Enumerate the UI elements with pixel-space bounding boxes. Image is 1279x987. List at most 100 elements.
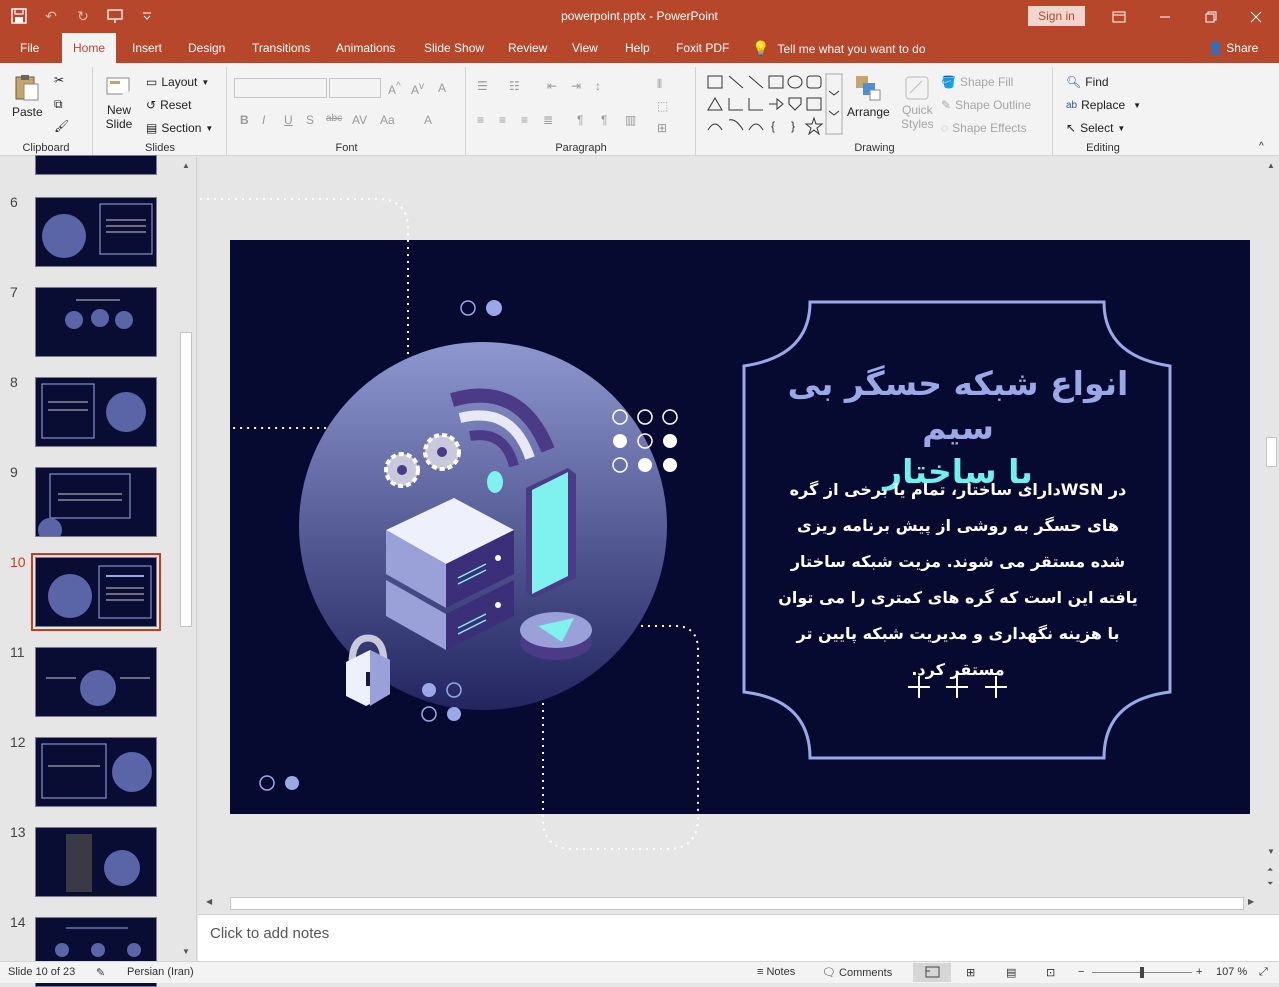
present-icon[interactable]	[104, 6, 126, 26]
zoom-out-icon[interactable]: −	[1078, 966, 1084, 978]
tell-me-box[interactable]: 💡 Tell me what you want to do	[752, 33, 926, 63]
tab-file[interactable]: File	[12, 33, 47, 63]
shadow-icon[interactable]: S	[306, 113, 314, 127]
scroll-right-icon[interactable]: ▶	[1248, 897, 1254, 906]
notes-pane[interactable]: Click to add notes	[198, 914, 1279, 961]
current-slide[interactable]: انواع شبکه حسگر بی سیم با ساختار در WSNد…	[230, 240, 1250, 814]
increase-font-icon[interactable]: A^	[388, 81, 401, 97]
slide-thumbnail[interactable]	[35, 737, 157, 807]
shape-outline-button[interactable]: ✎ Shape Outline	[941, 98, 1031, 112]
scroll-down-icon[interactable]: ▼	[1267, 847, 1275, 856]
undo-icon[interactable]: ↶	[40, 6, 62, 26]
align-center-icon[interactable]: ≡	[499, 113, 506, 127]
reset-button[interactable]: ↺ Reset	[146, 98, 191, 112]
cut-icon[interactable]: ✂	[54, 73, 64, 87]
tab-help[interactable]: Help	[617, 33, 658, 63]
tab-review[interactable]: Review	[500, 33, 555, 63]
slide-thumbnail[interactable]	[35, 647, 157, 717]
scroll-up-icon[interactable]: ▲	[1267, 161, 1275, 170]
shape-fill-button[interactable]: 🪣 Shape Fill	[941, 75, 1013, 89]
previous-slide-icon[interactable]: ⏶	[1267, 865, 1273, 875]
tab-foxit-pdf[interactable]: Foxit PDF	[668, 33, 737, 63]
tab-transitions[interactable]: Transitions	[244, 33, 318, 63]
font-size-dropdown[interactable]	[329, 78, 381, 98]
slide-thumbnail[interactable]	[35, 377, 157, 447]
fit-to-window-icon[interactable]: ⤢	[1259, 966, 1268, 979]
zoom-in-icon[interactable]: +	[1196, 966, 1202, 978]
scrollbar-thumb[interactable]	[1266, 437, 1277, 467]
slide-horizontal-scrollbar[interactable]: ◀ ▶	[198, 895, 1264, 913]
slideshow-view-icon[interactable]: ⊡	[1046, 966, 1055, 979]
bold-icon[interactable]: B	[240, 113, 249, 127]
italic-icon[interactable]: I	[262, 113, 265, 127]
decrease-indent-icon[interactable]: ⇤	[547, 79, 557, 93]
char-spacing-icon[interactable]: AV	[352, 113, 367, 127]
font-name-dropdown[interactable]	[234, 78, 327, 98]
font-color-icon[interactable]: A	[424, 113, 432, 127]
zoom-slider-thumb[interactable]	[1140, 967, 1144, 978]
tab-view[interactable]: View	[564, 33, 606, 63]
underline-icon[interactable]: U	[284, 113, 293, 127]
minimize-icon[interactable]	[1142, 0, 1188, 33]
next-slide-icon[interactable]: ⏷	[1267, 879, 1273, 889]
slide-thumbnail[interactable]	[35, 467, 157, 537]
scroll-up-icon[interactable]: ▲	[182, 161, 190, 170]
redo-icon[interactable]: ↻	[72, 6, 94, 26]
tab-slide-show[interactable]: Slide Show	[416, 33, 492, 63]
tab-design[interactable]: Design	[180, 33, 233, 63]
scroll-down-icon[interactable]: ▼	[182, 947, 190, 956]
format-painter-icon[interactable]: 🖌	[54, 119, 69, 133]
scrollbar-thumb[interactable]	[180, 332, 192, 627]
tab-home[interactable]: Home	[62, 33, 117, 64]
spelling-icon[interactable]: ✎	[96, 966, 105, 979]
section-button[interactable]: ▤ Section ▼	[146, 121, 213, 135]
tab-animations[interactable]: Animations	[328, 33, 403, 63]
shapes-gallery[interactable]: {}	[705, 73, 843, 135]
layout-button[interactable]: ▭ Layout ▼	[146, 75, 209, 89]
slide-body-text[interactable]: در WSNدارای ساختار، تمام یا برخی از گره …	[778, 472, 1138, 688]
slide-sorter-icon[interactable]: ⊞	[966, 966, 975, 979]
scroll-left-icon[interactable]: ◀	[206, 897, 212, 906]
normal-view-button[interactable]	[913, 963, 951, 982]
arrange-button[interactable]: Arrange	[847, 73, 890, 119]
language-indicator[interactable]: Persian (Iran)	[127, 966, 194, 978]
horizontal-scroll-thumb[interactable]	[230, 897, 1244, 910]
select-button[interactable]: ↖ Select ▼	[1066, 121, 1125, 135]
line-spacing-icon[interactable]: ↕	[595, 79, 601, 93]
ribbon-display-icon[interactable]	[1096, 0, 1142, 33]
slide-vertical-scrollbar[interactable]: ▲ ▼ ⏶ ⏷	[1264, 157, 1279, 895]
rtl-icon[interactable]: ¶	[601, 113, 607, 127]
replace-button[interactable]: ab Replace ▼	[1066, 98, 1141, 112]
slide-thumbnail[interactable]	[35, 155, 157, 175]
shape-effects-button[interactable]: ◌ Shape Effects	[941, 121, 1027, 135]
customize-qat-icon[interactable]	[136, 6, 158, 26]
thumbnails-scrollbar[interactable]: ▲ ▼	[179, 157, 193, 961]
slide-thumbnail[interactable]	[35, 827, 157, 897]
columns-icon[interactable]: ▥	[625, 113, 636, 127]
new-slide-button[interactable]: New Slide	[104, 73, 134, 131]
bullets-icon[interactable]: ☰	[477, 79, 488, 93]
increase-indent-icon[interactable]: ⇥	[571, 79, 581, 93]
slide-thumbnail[interactable]	[35, 287, 157, 357]
copy-icon[interactable]: ⧉	[54, 97, 63, 112]
close-icon[interactable]	[1233, 0, 1279, 33]
slide-thumbnail[interactable]	[35, 197, 157, 267]
paste-button[interactable]: Paste	[12, 73, 43, 119]
sign-in-button[interactable]: Sign in	[1028, 6, 1085, 26]
align-right-icon[interactable]: ≡	[521, 113, 528, 127]
reading-view-icon[interactable]: ▤	[1006, 966, 1016, 979]
collapse-ribbon-icon[interactable]: ^	[1259, 141, 1264, 152]
save-icon[interactable]	[8, 6, 30, 26]
clear-format-icon[interactable]: A	[438, 81, 446, 95]
align-left-icon[interactable]: ≡	[477, 113, 484, 127]
justify-icon[interactable]: ≣	[543, 113, 553, 127]
numbering-icon[interactable]: ☷	[509, 79, 520, 93]
align-text-icon[interactable]: ⬚	[657, 99, 668, 113]
zoom-level[interactable]: 107 %	[1216, 966, 1247, 978]
tab-insert[interactable]: Insert	[124, 33, 170, 63]
smartart-icon[interactable]: ⊞	[657, 121, 667, 135]
slide-thumbnail-active[interactable]	[31, 553, 161, 631]
decrease-font-icon[interactable]: Av	[411, 81, 424, 97]
restore-icon[interactable]	[1188, 0, 1234, 33]
notes-button[interactable]: ≡ Notes	[757, 966, 795, 978]
